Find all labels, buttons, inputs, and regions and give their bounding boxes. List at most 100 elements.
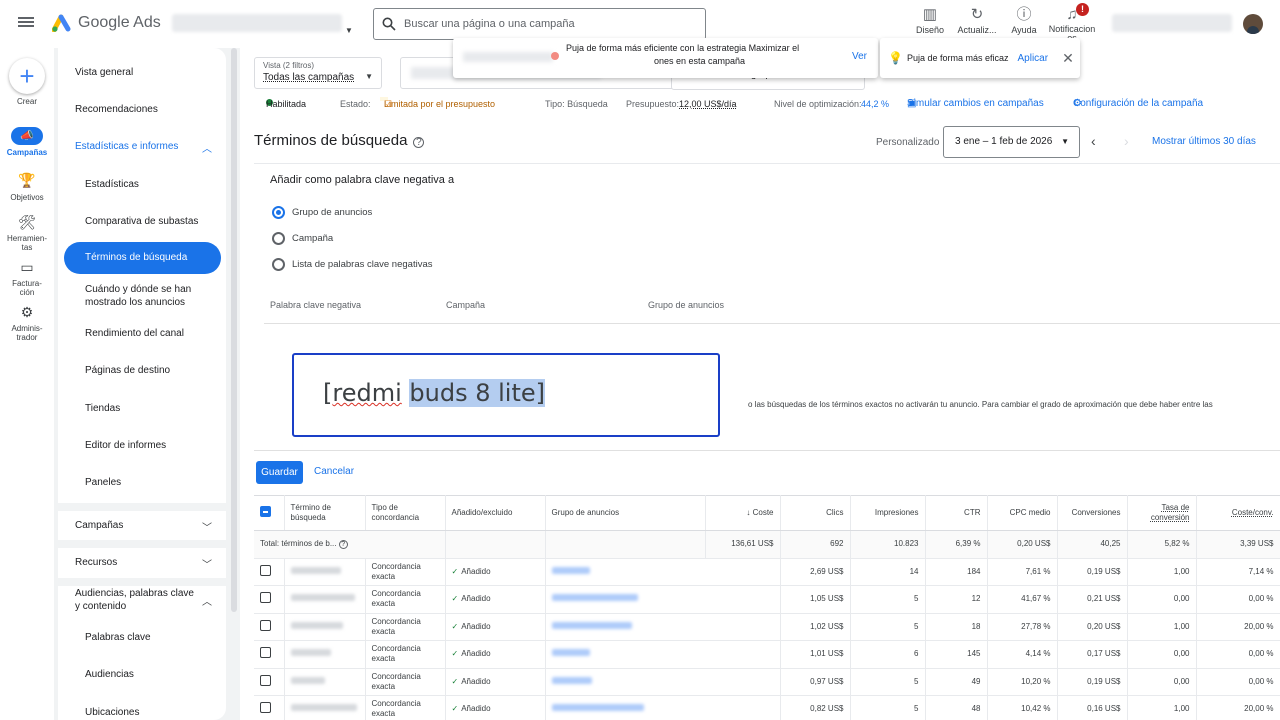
header-ctr[interactable]: CTR: [925, 495, 988, 531]
header-cost[interactable]: ↓ Coste: [705, 495, 781, 531]
close-icon[interactable]: ✕: [1062, 50, 1074, 67]
chevron-down-icon[interactable]: ﹀: [202, 556, 212, 571]
campaigns-icon[interactable]: 📣: [11, 127, 43, 145]
sidebar-item-audiences[interactable]: Audiencias: [85, 668, 134, 681]
sidebar-item-placements[interactable]: Ubicaciones: [85, 706, 139, 719]
header-search-term[interactable]: Término de búsqueda: [284, 495, 366, 531]
table-row[interactable]: Concordancia exacta ✓ Añadido 1,01 US$ 6 145 4…: [254, 640, 1280, 669]
apply-link[interactable]: Aplicar: [1018, 53, 1049, 64]
sidebar-item-assets[interactable]: Recursos: [75, 556, 117, 569]
menu-icon[interactable]: [18, 15, 34, 31]
ad-group-cell[interactable]: [545, 613, 781, 641]
toast-view-link[interactable]: Ver: [852, 51, 867, 62]
rail-billing-label[interactable]: Factura-ción: [0, 279, 54, 297]
sidebar-item-landing-pages[interactable]: Páginas de destino: [85, 364, 170, 377]
cancel-button[interactable]: Cancelar: [314, 466, 354, 477]
ad-group-cell[interactable]: [545, 668, 781, 696]
tools-icon[interactable]: 🛠: [17, 214, 37, 230]
header-conversions[interactable]: Conversiones: [1057, 495, 1128, 531]
select-all-checkbox[interactable]: [254, 495, 285, 531]
chevron-down-icon[interactable]: ▼: [345, 26, 353, 35]
radio-campaign[interactable]: Campaña: [272, 232, 333, 245]
header-clicks[interactable]: Clics: [780, 495, 851, 531]
row-checkbox[interactable]: [254, 613, 285, 641]
sidebar-item-channel-performance[interactable]: Rendimiento del canal: [85, 327, 184, 340]
ad-group-link-blurred[interactable]: [551, 621, 632, 629]
search-term-cell[interactable]: [284, 585, 366, 614]
sidebar-item-keywords[interactable]: Palabras clave: [85, 631, 151, 644]
radio-negative-list[interactable]: Lista de palabras clave negativas: [272, 258, 432, 271]
google-ads-logo[interactable]: Google Ads: [52, 14, 161, 32]
sidebar-scrollbar[interactable]: [231, 48, 237, 612]
table-row[interactable]: Concordancia exacta ✓ Añadido 2,69 US$ 14 184…: [254, 558, 1280, 586]
sidebar-item-audiences-keywords[interactable]: Audiencias, palabras clave y contenido: [75, 587, 200, 613]
account-info-blurred[interactable]: [1112, 14, 1232, 32]
sidebar-item-statistics[interactable]: Estadísticas: [85, 178, 139, 191]
ad-group-cell[interactable]: [545, 558, 781, 586]
table-row[interactable]: Concordancia exacta ✓ Añadido 1,02 US$ 5 18 27…: [254, 613, 1280, 641]
header-conv-rate[interactable]: Tasa de conversión: [1127, 495, 1197, 531]
avatar[interactable]: [1243, 14, 1263, 34]
credit-card-icon[interactable]: ▭: [17, 259, 37, 275]
negative-keyword-input[interactable]: [redmi buds 8 lite]: [292, 353, 720, 437]
radio-ad-group[interactable]: Grupo de anuncios: [272, 206, 372, 219]
row-checkbox[interactable]: [254, 640, 285, 669]
account-name-blurred[interactable]: [172, 14, 342, 32]
save-button[interactable]: Guardar: [256, 461, 303, 484]
sidebar-item-when-where[interactable]: Cuándo y dónde se han mostrado los anunc…: [85, 283, 205, 309]
table-row[interactable]: Concordancia exacta ✓ Añadido 0,82 US$ 5 48 10…: [254, 695, 1280, 720]
rail-tools-label[interactable]: Herramien-tas: [0, 234, 54, 252]
show-last-30-days-link[interactable]: Mostrar últimos 30 días: [1152, 136, 1256, 147]
row-checkbox[interactable]: [254, 695, 285, 720]
create-button[interactable]: +: [9, 58, 45, 94]
search-term-cell[interactable]: [284, 668, 366, 696]
rail-goals-label[interactable]: Objetivos: [0, 193, 54, 202]
header-match-type[interactable]: Tipo de concordancia: [365, 495, 446, 531]
row-checkbox[interactable]: [254, 668, 285, 696]
prev-period-icon[interactable]: ‹: [1091, 133, 1096, 149]
chevron-up-icon[interactable]: ︿: [202, 593, 212, 608]
help-icon[interactable]: ?: [413, 137, 425, 148]
header-impressions[interactable]: Impresiones: [850, 495, 926, 531]
view-filter-dropdown[interactable]: Vista (2 filtros) Todas las campañas ▼: [254, 57, 382, 89]
sidebar-item-search-terms[interactable]: Términos de búsqueda: [64, 242, 221, 274]
rail-campaigns-label[interactable]: Campañas: [0, 148, 54, 157]
budget-limited-badge[interactable]: ☑ Limitada por el presupuesto: [380, 97, 495, 109]
optimization-value[interactable]: 44,2 %: [861, 99, 889, 109]
header-added-excluded[interactable]: Añadido/excluido: [445, 495, 546, 531]
sidebar-item-insights[interactable]: Estadísticas e informes: [75, 140, 178, 153]
search-term-cell[interactable]: [284, 558, 366, 586]
date-range-picker[interactable]: 3 ene – 1 feb de 2026 ▼: [943, 126, 1080, 158]
ad-group-link-blurred[interactable]: [551, 676, 592, 684]
ad-group-link-blurred[interactable]: [551, 566, 590, 574]
table-row[interactable]: Concordancia exacta ✓ Añadido 1,05 US$ 5 12 41…: [254, 585, 1280, 614]
row-checkbox[interactable]: [254, 585, 285, 614]
rail-admin-label[interactable]: Adminis-trador: [0, 324, 54, 342]
ad-group-link-blurred[interactable]: [551, 704, 644, 712]
row-checkbox[interactable]: [254, 558, 285, 586]
trophy-icon[interactable]: 🏆: [17, 172, 37, 188]
sidebar-item-report-editor[interactable]: Editor de informes: [85, 439, 166, 452]
sidebar-item-campaigns[interactable]: Campañas: [75, 519, 123, 532]
help-icon[interactable]: ?: [338, 540, 348, 550]
search-input[interactable]: Buscar una página o una campaña: [373, 8, 706, 40]
ad-group-cell[interactable]: [545, 695, 781, 720]
sidebar-item-recommendations[interactable]: Recomendaciones: [75, 103, 158, 116]
header-avg-cpc[interactable]: CPC medio: [987, 495, 1058, 531]
ad-group-cell[interactable]: [545, 640, 781, 669]
sidebar-item-dashboards[interactable]: Paneles: [85, 476, 121, 489]
sidebar-item-overview[interactable]: Vista general: [75, 66, 133, 79]
sidebar-item-auction-insights[interactable]: Comparativa de subastas: [85, 215, 198, 228]
table-row[interactable]: Concordancia exacta ✓ Añadido 0,97 US$ 5 49 10…: [254, 668, 1280, 696]
ad-group-link-blurred[interactable]: [551, 594, 638, 602]
gear-icon[interactable]: ⚙: [17, 304, 37, 320]
ad-group-link-blurred[interactable]: [551, 649, 590, 657]
sidebar-item-stores[interactable]: Tiendas: [85, 402, 120, 415]
header-cost-per-conv[interactable]: Coste/conv.: [1196, 495, 1280, 531]
chevron-down-icon[interactable]: ﹀: [202, 519, 212, 534]
next-period-icon[interactable]: ›: [1124, 133, 1129, 149]
header-ad-group[interactable]: Grupo de anuncios: [545, 495, 706, 531]
search-term-cell[interactable]: [284, 695, 366, 720]
ad-group-cell[interactable]: [545, 585, 781, 614]
search-term-cell[interactable]: [284, 640, 366, 669]
